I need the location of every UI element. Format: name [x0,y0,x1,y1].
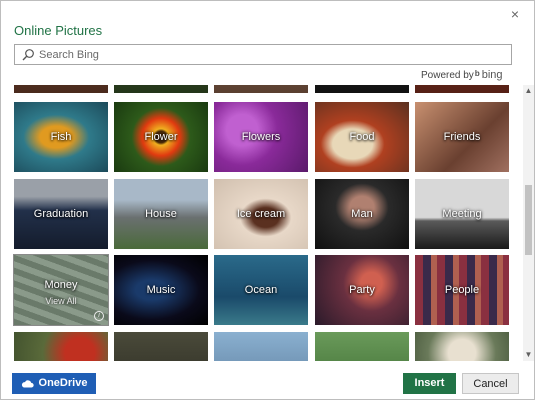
category-tile-flower[interactable]: Flower [114,102,208,172]
category-label: Party [349,284,375,296]
cloud-icon [21,380,34,388]
category-tile-fish[interactable]: Fish [14,102,108,172]
bing-b-icon: ᵇ [475,68,480,82]
category-tile[interactable] [14,85,108,93]
category-tile[interactable] [315,332,409,361]
scroll-up-icon[interactable]: ▲ [523,85,534,97]
category-tile-meeting[interactable]: Meeting [415,179,509,249]
search-box[interactable] [14,44,512,65]
category-label: Food [349,131,375,143]
category-label: Fish [50,131,72,143]
category-tile[interactable] [214,85,308,93]
category-tile[interactable] [415,332,509,361]
category-label: Meeting [442,208,482,220]
category-tile-food[interactable]: Food [315,102,409,172]
category-tile-music[interactable]: Music [114,255,208,325]
bing-logo: ᵇ bing [475,68,503,82]
category-tile-flowers[interactable]: Flowers [214,102,308,172]
powered-by-text: Powered by [421,70,474,81]
category-label: Ice cream [236,208,286,220]
dialog-title: Online Pictures [14,23,103,38]
category-label: Music [146,284,176,296]
category-label: Man [351,208,373,220]
category-tile[interactable] [415,85,509,93]
view-all-link[interactable]: View All [14,296,108,306]
category-tile[interactable] [214,332,308,361]
search-icon [22,49,34,61]
category-tile[interactable] [114,332,208,361]
category-label: Flower [144,131,178,143]
close-icon[interactable]: × [506,5,524,23]
onedrive-label: OneDrive [38,377,88,389]
category-tile-man[interactable]: Man [315,179,409,249]
category-tile-money[interactable]: Money View All i [13,254,109,326]
onedrive-button[interactable]: OneDrive [12,373,96,394]
dialog-footer: OneDrive Insert Cancel [1,365,535,400]
category-tile-house[interactable]: House [114,179,208,249]
category-label: Graduation [33,208,89,220]
category-tile-ocean[interactable]: Ocean [214,255,308,325]
bing-brand-text: bing [481,69,503,81]
category-label: Ocean [244,284,278,296]
cancel-button[interactable]: Cancel [462,373,519,394]
category-tile[interactable] [315,85,409,93]
category-label: Friends [443,131,481,143]
category-tile[interactable] [14,332,108,361]
info-icon[interactable]: i [94,311,104,321]
category-tile-graduation[interactable]: Graduation [14,179,108,249]
category-tile-people[interactable]: People [415,255,509,325]
insert-button[interactable]: Insert [403,373,456,394]
gallery-scrollbar[interactable]: ▲ ▼ [523,85,534,361]
category-gallery: Fish Flower Flowers Food Friends Graduat… [13,85,513,361]
category-label: Flowers [241,131,281,143]
category-tile-party[interactable]: Party [315,255,409,325]
category-tile-friends[interactable]: Friends [415,102,509,172]
category-tile[interactable] [114,85,208,93]
category-label: People [444,284,480,296]
scroll-down-icon[interactable]: ▼ [523,349,534,361]
category-label: House [145,208,177,220]
category-tile-ice-cream[interactable]: Ice cream [214,179,308,249]
search-input[interactable] [39,45,505,64]
category-label: Money [44,279,78,291]
scrollbar-thumb[interactable] [525,185,532,255]
online-pictures-dialog: × Online Pictures Powered by ᵇ bing [0,0,535,400]
